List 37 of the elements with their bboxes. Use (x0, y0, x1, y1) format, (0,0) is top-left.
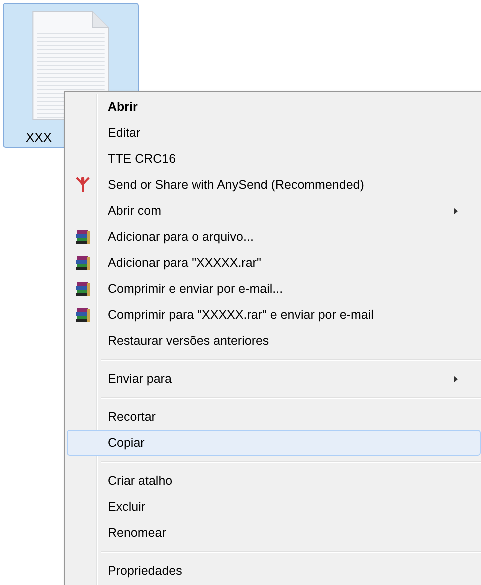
menu-item-label: Renomear (108, 524, 166, 542)
menu-item[interactable]: Adicionar para "XXXXX.rar" (67, 250, 481, 276)
menu-item[interactable]: Criar atalho (67, 468, 481, 494)
menu-item[interactable]: Comprimir e enviar por e-mail... (67, 276, 481, 302)
menu-item-label: Restaurar versões anteriores (108, 332, 270, 350)
books-icon (75, 229, 91, 245)
menu-item-label: Criar atalho (108, 472, 173, 490)
menu-item-label: Comprimir e enviar por e-mail... (108, 280, 284, 298)
books-icon (75, 255, 91, 271)
menu-item-label: Comprimir para "XXXXX.rar" e enviar por e-mail (108, 306, 374, 324)
menu-item-label: Adicionar para "XXXXX.rar" (108, 254, 262, 272)
menu-item-label: Propriedades (108, 562, 182, 580)
menu-item-label: Recortar (108, 408, 156, 426)
menu-item[interactable]: Restaurar versões anteriores (67, 328, 481, 354)
menu-item[interactable]: TTE CRC16 (67, 146, 481, 172)
menu-item[interactable]: Renomear (67, 520, 481, 546)
books-icon (75, 307, 91, 323)
menu-item-label: Editar (108, 124, 141, 142)
menu-item-label: Copiar (108, 434, 145, 452)
menu-item[interactable]: Enviar para (67, 366, 481, 392)
menu-item[interactable]: Comprimir para "XXXXX.rar" e enviar por e-mail (67, 302, 481, 328)
menu-item[interactable]: Abrir com (67, 198, 481, 224)
menu-item[interactable]: Excluir (67, 494, 481, 520)
menu-item-label: Excluir (108, 498, 146, 516)
menu-item-label: TTE CRC16 (108, 150, 176, 168)
menu-item[interactable]: Recortar (67, 404, 481, 430)
flower-icon (76, 177, 90, 193)
menu-item-label: Abrir (108, 98, 138, 116)
menu-item[interactable]: Send or Share with AnySend (Recommended) (67, 172, 481, 198)
books-icon (75, 281, 91, 297)
menu-item[interactable]: Propriedades (67, 558, 481, 584)
menu-item-label: Abrir com (108, 202, 162, 220)
menu-item[interactable]: Adicionar para o arquivo... (67, 224, 481, 250)
menu-item-label: Adicionar para o arquivo... (108, 228, 254, 246)
menu-item-label: Send or Share with AnySend (Recommended) (108, 176, 364, 194)
menu-item-label: Enviar para (108, 370, 172, 388)
menu-item[interactable]: Copiar (67, 430, 481, 456)
